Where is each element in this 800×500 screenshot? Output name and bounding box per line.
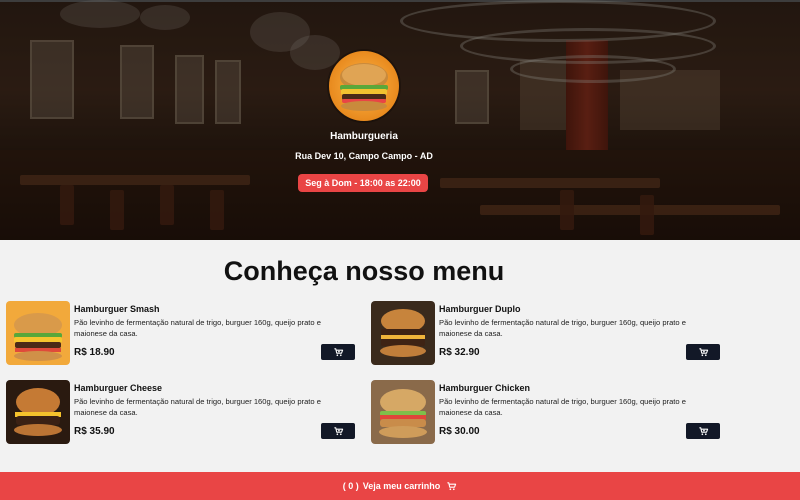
restaurant-address: Rua Dev 10, Campo Campo - AD (295, 151, 433, 161)
shopping-cart-icon (698, 426, 708, 435)
item-name: Hamburguer Duplo (439, 304, 521, 314)
menu-item: Hamburguer Chicken Pão levinho de fermen… (371, 380, 731, 446)
menu-item: Hamburguer Duplo Pão levinho de fermenta… (371, 301, 731, 367)
item-description: Pão levinho de fermentação natural de tr… (439, 318, 686, 338)
item-name: Hamburguer Smash (74, 304, 160, 314)
item-price: R$ 30.00 (439, 426, 480, 437)
burger-image-icon (6, 380, 70, 444)
menu-item: Hamburguer Cheese Pão levinho de ferment… (6, 380, 366, 446)
view-cart-footer[interactable]: ( 0 ) Veja meu carrinho (0, 472, 800, 500)
add-to-cart-button[interactable] (321, 423, 355, 439)
burger-photo (6, 301, 70, 365)
cart-count: ( 0 ) (342, 481, 359, 491)
add-to-cart-button[interactable] (686, 344, 720, 360)
item-price: R$ 32.90 (439, 347, 480, 358)
menu-item: Hamburguer Smash Pão levinho de fermenta… (6, 301, 366, 367)
item-name: Hamburguer Cheese (74, 383, 163, 393)
item-price: R$ 35.90 (74, 426, 115, 437)
add-to-cart-button[interactable] (321, 344, 355, 360)
dark-overlay (0, 0, 800, 240)
item-price: R$ 18.90 (74, 347, 115, 358)
burger-image-icon (371, 380, 435, 444)
item-name: Hamburguer Chicken (439, 383, 531, 393)
view-cart-label: Veja meu carrinho (362, 481, 441, 491)
add-to-cart-button[interactable] (686, 423, 720, 439)
burger-image-icon (371, 301, 435, 365)
burger-photo (371, 380, 435, 444)
item-description: Pão levinho de fermentação natural de tr… (74, 318, 321, 338)
item-description: Pão levinho de fermentação natural de tr… (74, 397, 321, 417)
item-description: Pão levinho de fermentação natural de tr… (439, 397, 686, 417)
burger-photo (371, 301, 435, 365)
restaurant-logo (329, 51, 399, 121)
shopping-cart-icon (333, 347, 343, 356)
restaurant-name: Hamburgueria (330, 131, 398, 142)
shopping-cart-icon (333, 426, 343, 435)
burger-photo (6, 380, 70, 444)
opening-hours-badge: Seg à Dom - 18:00 as 22:00 (298, 174, 428, 192)
hero-banner: Hamburgueria Rua Dev 10, Campo Campo - A… (0, 0, 800, 240)
shopping-cart-icon (698, 347, 708, 356)
burger-image-icon (6, 301, 70, 365)
menu-title: Conheça nosso menu (223, 256, 505, 286)
shopping-cart-icon (447, 481, 457, 490)
burger-logo-icon (340, 63, 388, 111)
